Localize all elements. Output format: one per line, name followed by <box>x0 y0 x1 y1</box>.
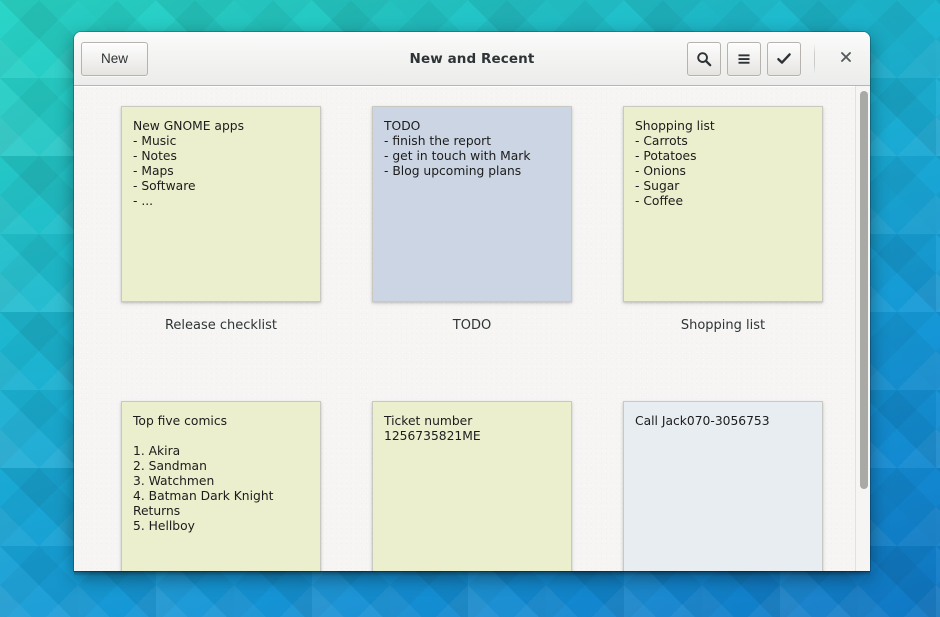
vertical-scrollbar[interactable] <box>855 86 870 571</box>
search-button[interactable] <box>687 41 721 76</box>
checkmark-icon <box>776 51 792 67</box>
note-body: New GNOME apps - Music - Notes - Maps - … <box>133 119 244 208</box>
application-window: New New and Recent New GNOME apps - Musi… <box>74 32 870 571</box>
hamburger-menu-icon <box>736 51 752 67</box>
scrollbar-thumb[interactable] <box>860 91 868 489</box>
note-card[interactable]: TODO - finish the report - get in touch … <box>372 106 572 302</box>
note-item[interactable]: Shopping list - Carrots - Potatoes - Oni… <box>622 106 824 333</box>
menu-button[interactable] <box>727 41 761 76</box>
note-body: TODO - finish the report - get in touch … <box>384 119 531 178</box>
note-card[interactable]: Call Jack070-3056753 <box>623 401 823 571</box>
note-body: Top five comics 1. Akira 2. Sandman 3. W… <box>133 414 274 533</box>
note-item[interactable]: Call Jack070-3056753 <box>622 401 824 571</box>
note-item[interactable]: Top five comics 1. Akira 2. Sandman 3. W… <box>120 401 322 571</box>
note-title-label: Release checklist <box>164 318 278 333</box>
notes-row-2: Top five comics 1. Akira 2. Sandman 3. W… <box>120 401 824 571</box>
desktop-wallpaper: New New and Recent New GNOME apps - Musi… <box>0 0 940 617</box>
notes-content-area: New GNOME apps - Music - Notes - Maps - … <box>74 86 870 571</box>
note-item[interactable]: Ticket number 1256735821ME <box>371 401 573 571</box>
note-card[interactable]: Shopping list - Carrots - Potatoes - Oni… <box>623 106 823 302</box>
note-item[interactable]: TODO - finish the report - get in touch … <box>371 106 573 333</box>
note-item[interactable]: New GNOME apps - Music - Notes - Maps - … <box>120 106 322 333</box>
selection-mode-button[interactable] <box>767 41 801 76</box>
new-note-button[interactable]: New <box>81 41 149 76</box>
note-body: Shopping list - Carrots - Potatoes - Oni… <box>635 119 715 208</box>
note-body: Ticket number 1256735821ME <box>384 414 481 443</box>
close-window-button[interactable] <box>829 42 863 76</box>
note-card[interactable]: Ticket number 1256735821ME <box>372 401 572 571</box>
note-card[interactable]: New GNOME apps - Music - Notes - Maps - … <box>121 106 321 302</box>
header-separator <box>814 43 815 74</box>
note-card[interactable]: Top five comics 1. Akira 2. Sandman 3. W… <box>121 401 321 571</box>
notes-row-1: New GNOME apps - Music - Notes - Maps - … <box>120 106 824 333</box>
window-header-bar: New New and Recent <box>74 32 870 86</box>
note-title-label: TODO <box>452 318 492 333</box>
search-icon <box>696 51 712 67</box>
header-actions <box>687 41 863 76</box>
close-icon <box>839 49 853 68</box>
note-title-label: Shopping list <box>680 318 766 333</box>
note-body: Call Jack070-3056753 <box>635 414 770 428</box>
notes-grid: New GNOME apps - Music - Notes - Maps - … <box>74 86 870 571</box>
